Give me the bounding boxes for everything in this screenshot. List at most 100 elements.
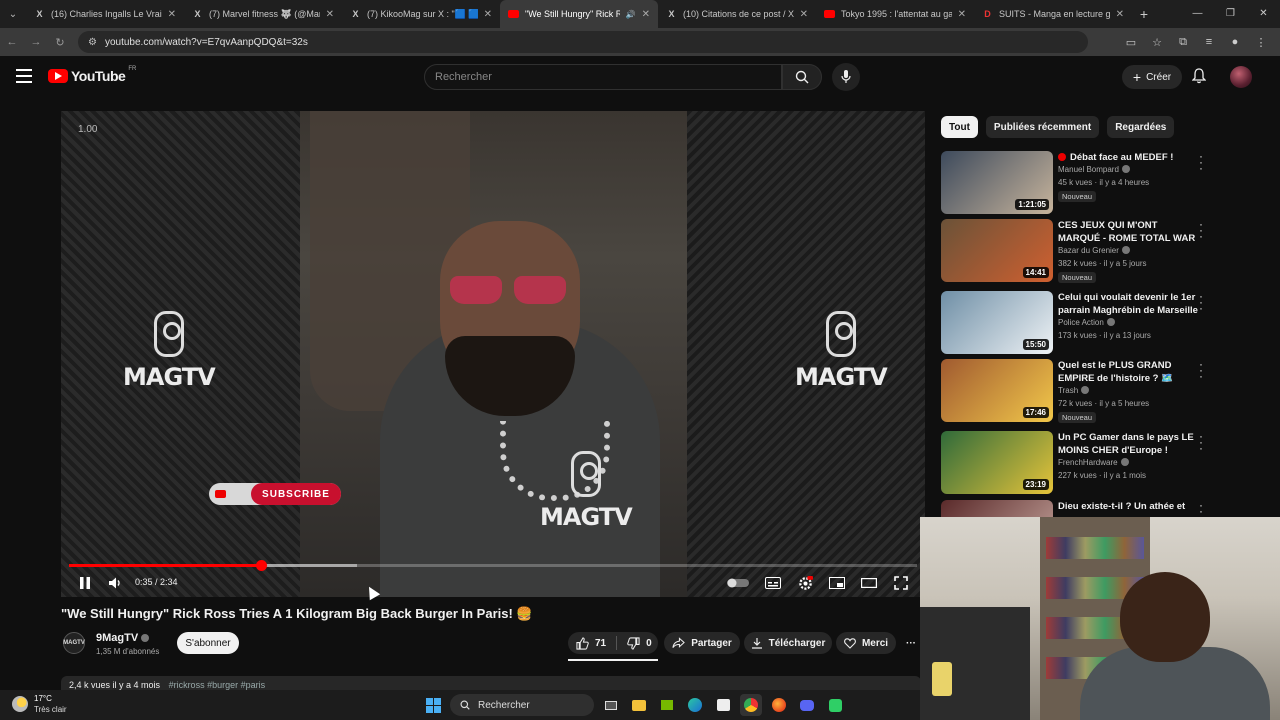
youtube-logo[interactable]: YouTube FR [48,66,136,84]
settings-gear-icon[interactable] [797,573,813,593]
cast-icon[interactable]: ▭ [1118,36,1144,49]
browser-tab[interactable]: D SUITS - Manga en lecture grat ✕ [974,0,1132,28]
close-tab-icon[interactable]: ✕ [642,9,650,20]
video-thumbnail[interactable]: 23:19 [941,431,1053,494]
store-icon[interactable] [712,694,734,716]
site-info-icon[interactable]: ⚙ [88,37,97,48]
more-options-icon[interactable]: ··· [1199,430,1203,454]
media-icon[interactable]: ≡ [1196,36,1222,48]
maximize-icon[interactable]: ❐ [1214,0,1247,28]
like-button[interactable]: 71 [576,636,606,650]
autoplay-toggle-icon[interactable] [727,573,749,593]
recommended-channel[interactable]: Bazar du Grenier [1058,246,1130,255]
more-options-icon[interactable]: ··· [1199,218,1203,242]
close-tab-icon[interactable]: ✕ [958,9,966,20]
back-icon[interactable]: ← [0,36,24,48]
video-thumbnail[interactable]: 17:46 [941,359,1053,422]
recommended-channel[interactable]: Trash [1058,386,1090,395]
recommended-channel[interactable]: Police Action [1058,318,1115,327]
download-button[interactable]: Télécharger [744,632,832,654]
progress-bar[interactable] [69,560,917,571]
whatsapp-icon[interactable] [824,694,846,716]
windows-start-icon[interactable] [422,694,444,716]
chrome-icon[interactable] [740,694,762,716]
url-field[interactable]: ⚙ youtube.com/watch?v=E7qvAanpQDQ&t=32s [78,31,1088,53]
browser-tab[interactable]: X (7) KikooMag sur X : "🟦 🟦 | U ✕ [342,0,500,28]
close-tab-icon[interactable]: ✕ [800,9,808,20]
subtitles-icon[interactable] [765,573,781,593]
dislike-button[interactable]: 0 [627,636,652,650]
recommended-title[interactable]: Quel est le PLUS GRAND EMPIRE de l'histo… [1058,359,1198,385]
recommended-video[interactable]: 15:50 Celui qui voulait devenir le 1er pa… [941,290,1221,355]
nvidia-icon[interactable] [656,694,678,716]
create-button[interactable]: + Créer [1122,65,1182,89]
channel-avatar[interactable]: MAGTV [63,632,85,654]
pause-icon[interactable] [77,573,93,593]
recommended-video[interactable]: 1:21:05 Débat face au MEDEF ! Manuel Bompa… [941,150,1221,215]
close-tab-icon[interactable]: ✕ [1116,9,1124,20]
scrubber-handle[interactable] [255,560,267,571]
more-options-icon[interactable]: ··· [1199,150,1203,174]
reload-icon[interactable]: ↻ [48,36,72,49]
thanks-button[interactable]: Merci [836,632,896,654]
browser-tab[interactable]: X (10) Citations de ce post / X ✕ [658,0,816,28]
recommended-title[interactable]: Un PC Gamer dans le pays LE MOINS CHER d… [1058,431,1198,457]
recommended-channel[interactable]: FrenchHardware [1058,458,1129,467]
fullscreen-icon[interactable] [893,573,909,593]
search-button[interactable] [782,64,822,90]
recommended-title[interactable]: Débat face au MEDEF ! [1058,151,1198,164]
extensions-icon[interactable]: ⧉ [1170,36,1196,49]
video-thumbnail[interactable]: 14:41 [941,219,1053,282]
file-explorer-icon[interactable] [628,694,650,716]
close-window-icon[interactable]: ✕ [1247,0,1280,28]
hashtags[interactable]: #rickross #burger #paris [169,680,266,690]
new-tab-button[interactable]: + [1132,6,1156,22]
task-view-icon[interactable] [600,694,622,716]
weather-widget[interactable]: 17°C Très clair [12,693,67,715]
bookmark-star-icon[interactable]: ☆ [1144,36,1170,49]
miniplayer-icon[interactable] [829,573,845,593]
more-actions-button[interactable]: ··· [900,632,922,654]
tab-search-icon[interactable]: ⌄ [0,0,26,28]
tab-audio-icon[interactable]: 🔊 [626,10,636,19]
forward-icon[interactable]: → [24,36,48,48]
channel-name[interactable]: 9MagTV [96,632,150,644]
browser-menu-icon[interactable]: ⋮ [1248,36,1274,49]
subscribe-button[interactable]: S'abonner [177,632,239,654]
volume-icon[interactable] [107,573,123,593]
search-input[interactable]: Rechercher [424,64,782,90]
theater-mode-icon[interactable] [861,573,877,593]
more-options-icon[interactable]: ··· [1199,290,1203,314]
voice-search-button[interactable] [832,63,860,91]
minimize-icon[interactable]: — [1181,0,1214,28]
browser-tab[interactable]: Tokyo 1995 : l'attentat au gaz s ✕ [816,0,974,28]
recommended-channel[interactable]: Manuel Bompard [1058,165,1130,174]
taskbar-search[interactable]: Rechercher [450,694,594,716]
menu-icon[interactable] [16,69,32,83]
more-options-icon[interactable]: ··· [1199,358,1203,382]
recommended-video[interactable]: 14:41 CES JEUX QUI M'ONT MARQUÉ - ROME TO… [941,218,1221,283]
video-player[interactable]: MAGTV MAGTV MAGTV 1.00 SUBSCRIBE 0:35 / … [61,111,925,597]
video-thumbnail[interactable]: 1:21:05 [941,151,1053,214]
edge-icon[interactable] [684,694,706,716]
close-tab-icon[interactable]: ✕ [326,9,334,20]
firefox-icon[interactable] [768,694,790,716]
recommended-title[interactable]: Celui qui voulait devenir le 1er parrain… [1058,291,1198,317]
close-tab-icon[interactable]: ✕ [484,9,492,20]
recommended-title[interactable]: CES JEUX QUI M'ONT MARQUÉ - ROME TOTAL W… [1058,219,1198,245]
share-button[interactable]: Partager [664,632,740,654]
filter-chip[interactable]: Tout [941,116,978,138]
filter-chip[interactable]: Regardées [1107,116,1175,138]
discord-icon[interactable] [796,694,818,716]
notifications-bell-icon[interactable] [1191,68,1207,89]
recommended-video[interactable]: 17:46 Quel est le PLUS GRAND EMPIRE de l'… [941,358,1221,423]
browser-tab[interactable]: X (7) Marvel fitness 🐺 (@Marvel_ ✕ [184,0,342,28]
close-tab-icon[interactable]: ✕ [168,9,176,20]
browser-tab[interactable]: X (16) Charlies Ingalls Le Vrai 🇫🇷 🇧 ✕ [26,0,184,28]
recommended-video[interactable]: 23:19 Un PC Gamer dans le pays LE MOINS C… [941,430,1221,495]
filter-chip[interactable]: Publiées récemment [985,116,1100,138]
browser-tab[interactable]: "We Still Hungry" Rick Ross 🔊 ✕ [500,0,658,28]
profile-icon[interactable]: ● [1222,36,1248,48]
account-avatar[interactable] [1230,66,1252,88]
video-thumbnail[interactable]: 15:50 [941,291,1053,354]
